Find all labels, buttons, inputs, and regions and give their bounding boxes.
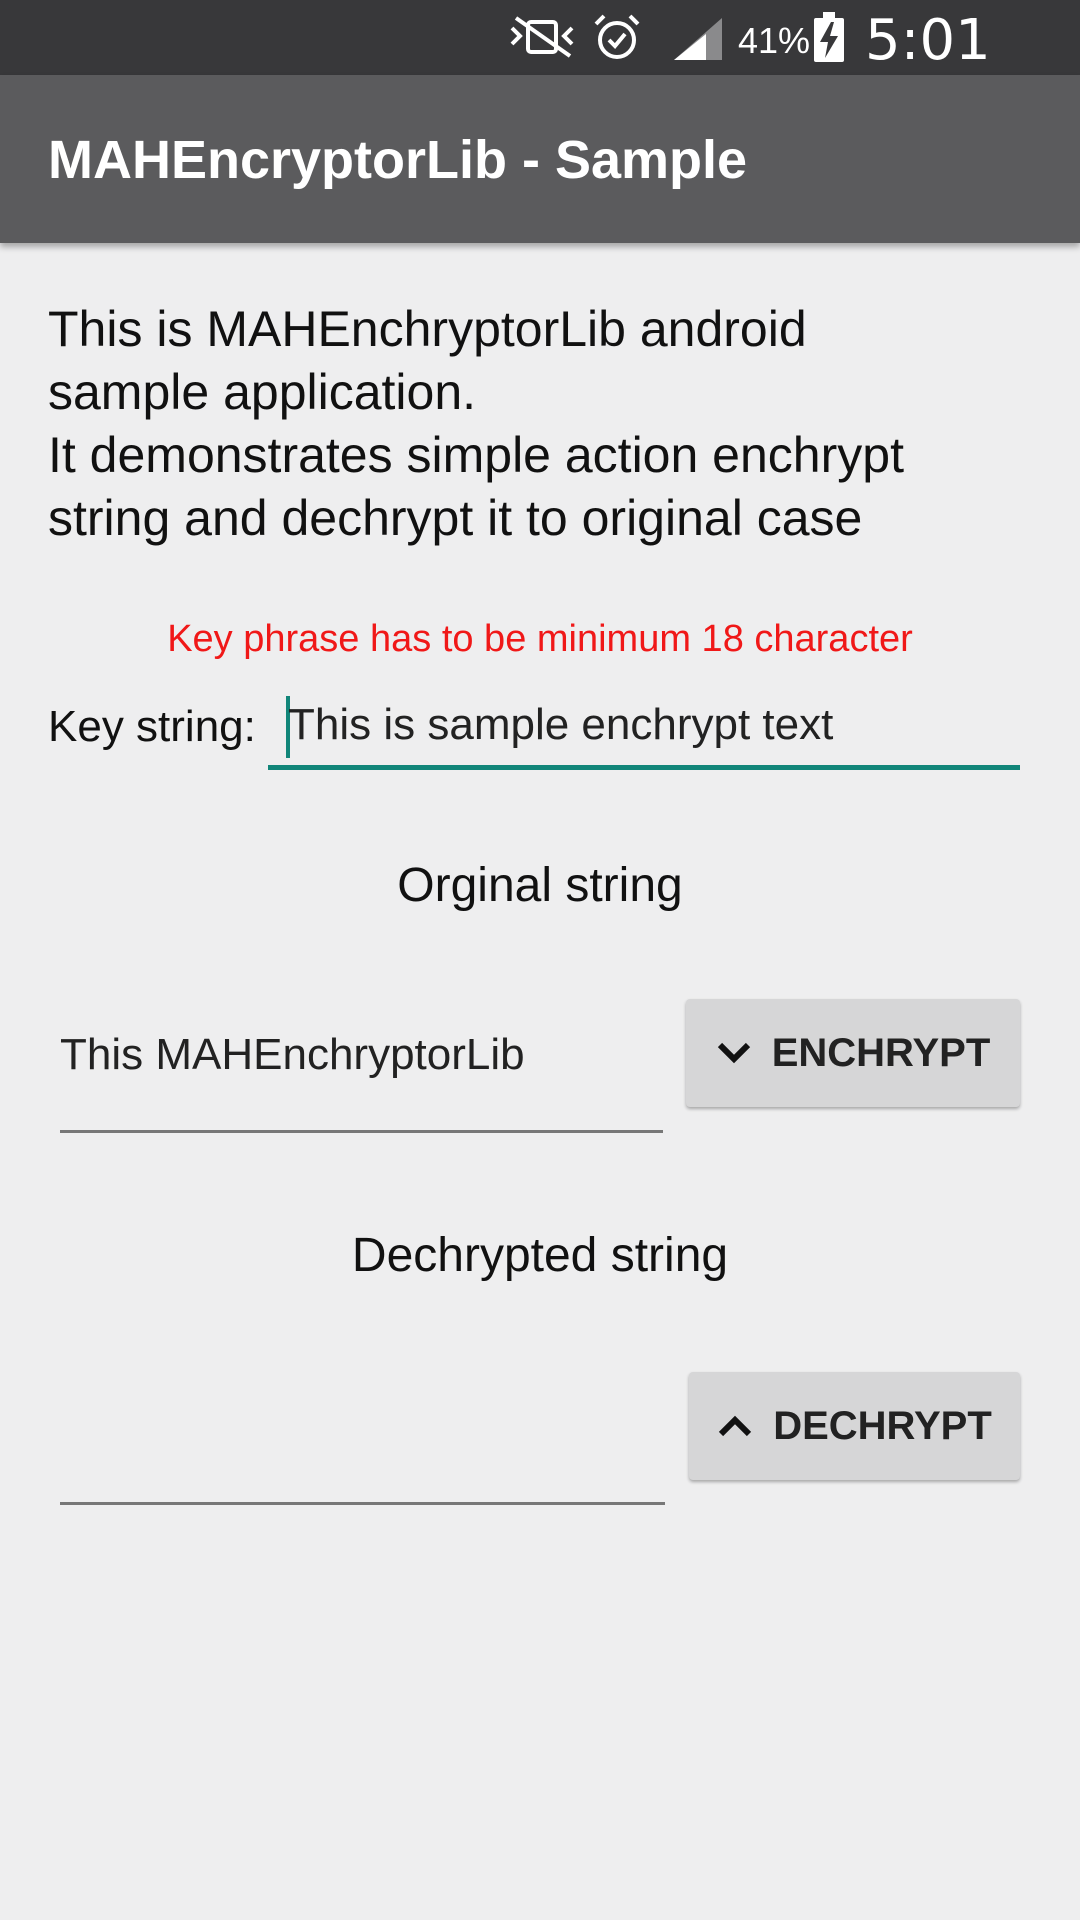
decrypt-button[interactable]: DECHRYPT <box>689 1372 1020 1480</box>
app-title: MAHEncryptorLib - Sample <box>48 130 748 190</box>
intro-line: This is MAHEnchryptorLib android <box>48 301 807 357</box>
intro-line: sample application. <box>48 364 477 420</box>
intro-line: string and dechrypt it to original case <box>48 490 863 546</box>
key-length-warning: Key phrase has to be minimum 18 characte… <box>167 618 913 660</box>
encrypt-button-label: ENCHRYPT <box>771 1030 991 1075</box>
battery-charging-icon <box>812 12 846 69</box>
key-string-value: This is sample enchrypt text <box>288 700 834 749</box>
battery-percent: 41% <box>738 20 811 61</box>
encrypt-button[interactable]: ENCHRYPT <box>686 999 1020 1107</box>
app-bar: MAHEncryptorLib - Sample <box>0 75 1080 243</box>
chevron-down-icon <box>717 1042 750 1064</box>
intro-text: This is MAHEnchryptorLib android sample … <box>48 298 1048 550</box>
signal-icon <box>672 16 724 67</box>
key-string-input[interactable]: This is sample enchrypt text <box>268 690 1020 770</box>
status-bar: 41% 5:01 PM <box>0 0 1080 138</box>
vibrate-mute-icon <box>508 14 578 65</box>
intro-line: It demonstrates simple action enchrypt <box>48 427 904 483</box>
chevron-up-icon <box>719 1415 752 1437</box>
original-string-title: Orginal string <box>397 859 683 912</box>
decrypted-string-input[interactable] <box>60 1380 665 1505</box>
original-string-input[interactable]: This MAHEnchryptorLib <box>60 1010 663 1133</box>
original-string-value: This MAHEnchryptorLib <box>60 1030 525 1079</box>
alarm-icon <box>592 12 642 67</box>
decrypted-string-title: Dechrypted string <box>351 1229 729 1282</box>
decrypt-button-label: DECHRYPT <box>773 1403 992 1448</box>
key-string-label: Key string: <box>48 702 256 751</box>
